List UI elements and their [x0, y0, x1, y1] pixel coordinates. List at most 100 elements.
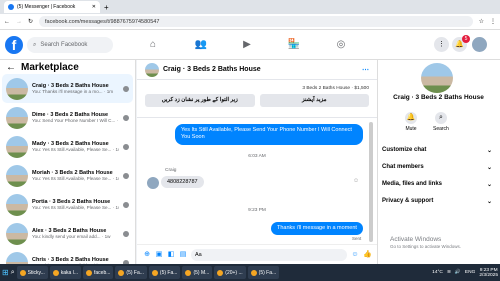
conversation-item[interactable]: Dime · 3 Beds 2 Baths House You: Send You… — [2, 103, 133, 132]
url-field[interactable]: facebook.com/messages/t/9887675974580547 — [39, 16, 473, 27]
conversation-preview: You: Thanks i'll message in a mo... · 1m — [32, 89, 114, 94]
avatar[interactable] — [472, 37, 487, 52]
taskbar-app[interactable]: kaka l... — [49, 266, 81, 279]
back-arrow-icon[interactable]: ← — [6, 62, 16, 73]
conversation-item[interactable]: Alex · 3 Beds 2 Baths House You: kindly s… — [2, 219, 133, 248]
home-icon[interactable]: ⌂ — [146, 38, 160, 52]
more-options-button[interactable]: مزید آپشنز — [259, 94, 369, 107]
new-tab-icon[interactable]: + — [104, 3, 109, 12]
gaming-icon[interactable]: ◎ — [334, 38, 348, 52]
read-avatar — [123, 143, 129, 150]
chat-members-section[interactable]: Chat members ⌄ — [382, 164, 492, 171]
search-icon: ⌕ — [33, 41, 37, 48]
react-icon[interactable]: ☺ — [353, 178, 359, 184]
app-icon — [217, 269, 224, 276]
forward-icon[interactable]: → — [16, 19, 22, 25]
section-label: Customize chat — [382, 147, 427, 153]
app-label: (5) Fa... — [258, 269, 277, 276]
outgoing-message[interactable]: Thanks i'll message in a moment — [271, 222, 363, 236]
search-label: Search — [433, 126, 449, 132]
chat-title[interactable]: Craig · 3 Beds 2 Baths House — [163, 66, 261, 73]
media-section[interactable]: Media, files and links ⌄ — [382, 181, 492, 188]
search-button[interactable]: ⌕ Search — [433, 112, 449, 132]
app-label: Sticky... — [27, 269, 45, 276]
conversation-item[interactable]: Portia · 3 Beds 2 Baths House You: Yes It… — [2, 190, 133, 219]
video-icon[interactable]: ▶ — [240, 38, 254, 52]
app-icon — [86, 269, 92, 276]
outgoing-message[interactable]: Yes Its Still Available, Please Send You… — [175, 124, 363, 145]
taskbar-app[interactable]: (5) Fa... — [115, 266, 147, 279]
listing-thumbnail — [6, 222, 28, 245]
taskbar-app[interactable]: faceb... — [83, 266, 114, 279]
read-avatar — [123, 230, 129, 237]
incoming-message[interactable]: 4808228787 — [161, 176, 204, 188]
taskbar-app[interactable]: Sticky... — [16, 266, 48, 279]
read-avatar — [123, 85, 129, 92]
windows-start-icon[interactable]: ⊞ — [2, 268, 9, 277]
listing-photo — [421, 63, 453, 93]
conversation-preview: You: Send Your Phone Number I Will C... … — [32, 118, 119, 123]
listing-thumbnail — [6, 193, 28, 216]
section-label: Chat members — [382, 164, 424, 170]
chat-thumbnail — [145, 62, 159, 77]
sender-avatar — [147, 177, 159, 189]
mute-button[interactable]: 🔔 Mute — [405, 112, 417, 132]
customize-chat-section[interactable]: Customize chat ⌄ — [382, 147, 492, 154]
listing-thumbnail — [6, 164, 28, 187]
browser-menu-icon[interactable]: ⋮ — [490, 18, 496, 25]
camera-icon[interactable]: ▣ — [155, 251, 163, 259]
language-indicator[interactable]: ENG — [465, 270, 475, 275]
clock[interactable]: 9:23 PM 2/3/2025 — [479, 268, 498, 278]
wifi-icon[interactable]: ≋ — [447, 270, 451, 275]
gif-icon[interactable]: ▤ — [179, 251, 187, 259]
search-icon: ⌕ — [434, 112, 447, 124]
browser-tab[interactable]: (5) Messenger | Facebook ✕ — [4, 1, 100, 13]
volume-icon[interactable]: 🔊 — [455, 270, 461, 275]
weather-text[interactable]: 14°C — [432, 270, 443, 275]
reload-icon[interactable]: ↻ — [28, 18, 33, 25]
chevron-down-icon: ⌄ — [486, 148, 492, 154]
clock-time: 9:23 PM — [479, 267, 498, 273]
mark-pending-button[interactable]: زیر التوا کے طور پر نشان زد کریں — [145, 94, 255, 107]
conversation-item[interactable]: Craig · 3 Beds 2 Baths House You: Thanks … — [2, 74, 133, 103]
back-icon[interactable]: ← — [4, 19, 10, 25]
emoji-icon[interactable]: ☺ — [351, 251, 359, 259]
listing-thumbnail — [6, 77, 28, 100]
friends-icon[interactable]: 👥 — [194, 38, 208, 52]
message-input[interactable]: Aa — [191, 248, 347, 261]
windows-watermark: Activate Windows Go to Settings to activa… — [390, 236, 461, 249]
conversation-item[interactable]: Chris · 3 Beds 2 Baths HouseYou: This Ho… — [2, 248, 133, 264]
app-label: (5) Fa... — [159, 269, 178, 276]
search-icon[interactable]: ⌕ — [11, 269, 15, 277]
app-icon — [19, 269, 26, 276]
chevron-down-icon: ⌄ — [486, 182, 492, 188]
app-icon — [185, 269, 192, 276]
tab-title: (5) Messenger | Facebook — [17, 4, 76, 10]
taskbar-app[interactable]: (5) M... — [182, 266, 213, 279]
facebook-logo[interactable]: f — [5, 36, 23, 54]
conversation-item[interactable]: Moriah · 3 Beds 2 Baths House You: Yes It… — [2, 161, 133, 190]
conversation-item[interactable]: Mady · 3 Beds 2 Baths House You: Yes Its … — [2, 132, 133, 161]
conversation-preview: You: Yes Its Still Available, Please Se.… — [32, 147, 119, 152]
listing-thumbnail — [6, 106, 28, 129]
sender-name: Craig — [165, 168, 177, 173]
bookmark-icon[interactable]: ☆ — [479, 18, 484, 25]
taskbar: ⊞ ⌕ Sticky... kaka l... faceb... (5) Fa... (… — [0, 264, 500, 281]
more-icon[interactable]: ⋯ — [362, 66, 369, 74]
timestamp: 6:03 AM — [248, 154, 266, 159]
menu-grid-icon[interactable]: ⋮ — [434, 37, 449, 52]
search-input[interactable]: ⌕ Search Facebook — [27, 37, 113, 53]
chat-scrollbar[interactable] — [369, 122, 373, 242]
like-icon[interactable]: 👍 — [363, 251, 372, 259]
conversation-preview: You: Yes Its Still Available, Please Se.… — [32, 176, 119, 181]
taskbar-app[interactable]: (5) Fa... — [148, 266, 181, 279]
taskbar-app[interactable]: (20+) ... — [214, 266, 246, 279]
notification-badge: 5 — [462, 35, 470, 43]
sticker-icon[interactable]: ◧ — [167, 251, 175, 259]
taskbar-app[interactable]: (5) Fa... — [247, 266, 280, 279]
tab-close-icon[interactable]: ✕ — [92, 4, 96, 10]
add-icon[interactable]: ⊕ — [143, 251, 151, 259]
conversation-preview: You: Yes Its Still Available, Please Se.… — [32, 205, 119, 210]
privacy-section[interactable]: Privacy & support ⌄ — [382, 198, 492, 205]
marketplace-icon[interactable]: 🏪 — [287, 38, 301, 52]
